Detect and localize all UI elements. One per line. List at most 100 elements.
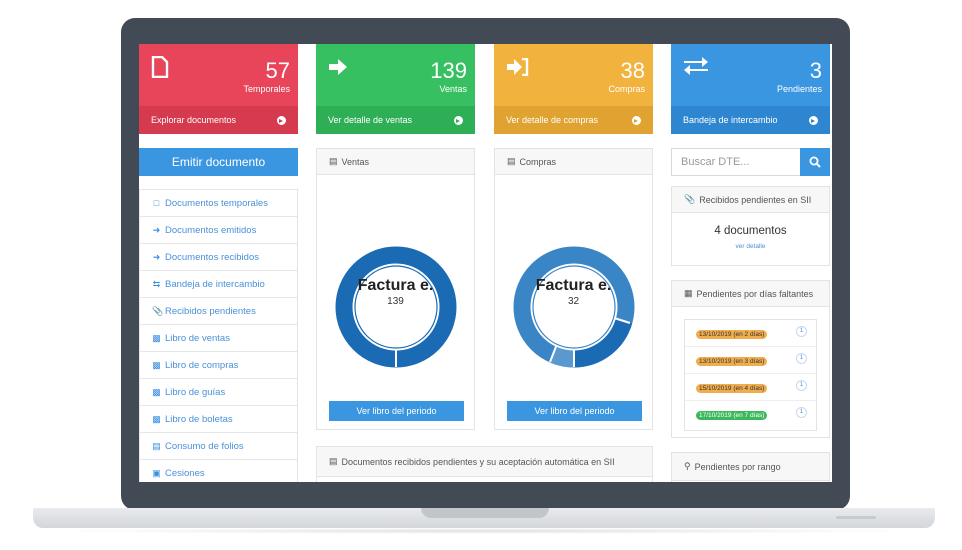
sidebar-item-label: Libro de compras — [165, 359, 239, 371]
sidebar-item-libro-ventas[interactable]: ▩ Libro de ventas — [140, 325, 297, 352]
list-item[interactable]: 17/10/2019 (en 7 días) 1 — [685, 401, 816, 431]
count-badge: 1 — [796, 407, 807, 418]
sidebar-item-cesiones[interactable]: ▣ Cesiones — [140, 460, 297, 482]
panel-header: ▤ Compras — [495, 149, 652, 175]
sidebar-item-documentos-temporales[interactable]: □ Documentos temporales — [140, 190, 297, 217]
sidebar-item-label: Libro de ventas — [165, 332, 230, 344]
laptop-shadow — [40, 528, 928, 534]
card-compras: 38 Compras Ver detalle de compras — [494, 44, 653, 134]
date-badge: 15/10/2019 (en 4 días) — [696, 384, 768, 393]
sidebar-item-libro-boletas[interactable]: ▩ Libro de boletas — [140, 406, 297, 433]
sign-out-icon: ➜ — [152, 224, 161, 235]
sidebar-item-label: Bandeja de intercambio — [165, 278, 265, 290]
ver-detalle-ventas-link[interactable]: Ver detalle de ventas — [316, 106, 475, 134]
card-ventas: 139 Ventas Ver detalle de ventas — [316, 44, 475, 134]
exchange-icon: ⇆ — [152, 278, 161, 289]
card-value: 3 — [809, 58, 822, 83]
paperclip-icon: 📎 — [684, 194, 696, 204]
pendientes-dias-panel: ▦ Pendientes por días faltantes 13/10/201… — [671, 280, 830, 438]
panel-title: Pendientes por rango — [694, 461, 781, 472]
pendientes-rango-panel: ⚲ Pendientes por rango — [671, 452, 830, 482]
count-badge: 1 — [796, 326, 807, 337]
card-link-label: Ver detalle de ventas — [328, 115, 413, 125]
bar-chart-icon: ▤ — [329, 156, 338, 166]
paperclip-icon: 📎 — [152, 305, 164, 316]
panel-header: ▦ Pendientes por días faltantes — [672, 281, 829, 307]
ver-detalle-link[interactable]: ver detalle — [672, 243, 829, 250]
arrow-circle-right-icon — [277, 115, 286, 125]
list-item[interactable]: 13/10/2019 (en 2 días) 1 — [685, 320, 816, 347]
count-badge: 1 — [796, 353, 807, 364]
date-badge: 13/10/2019 (en 2 días) — [696, 330, 768, 339]
panel-header: ▤ Ventas — [317, 149, 474, 175]
card-label: Temporales — [243, 84, 290, 94]
compras-panel: ▤ Compras Factura e. 32 Ver libro del per… — [494, 148, 653, 430]
exchange-icon — [683, 56, 709, 82]
search-button[interactable] — [800, 148, 830, 176]
arrow-circle-right-icon — [809, 115, 818, 125]
sidebar-item-documentos-recibidos[interactable]: ➜ Documentos recibidos — [140, 244, 297, 271]
panel-header: 📎 Recibidos pendientes en SII — [672, 187, 829, 213]
ver-libro-compras-button[interactable]: Ver libro del periodo — [507, 401, 642, 421]
sidebar-item-label: Libro de guías — [165, 386, 226, 398]
sign-in-icon: ➜ — [152, 251, 161, 262]
compras-donut-chart — [513, 246, 635, 368]
sidebar-item-consumo-folios[interactable]: ▤ Consumo de folios — [140, 433, 297, 460]
panel-header: ▤ Documentos recibidos pendientes y su ac… — [317, 447, 652, 477]
donut-value: 139 — [387, 296, 404, 307]
list-item[interactable]: 15/10/2019 (en 4 días) 1 — [685, 374, 816, 401]
arrow-circle-right-icon — [454, 115, 463, 125]
panel-title: Compras — [519, 156, 557, 167]
days-list: 13/10/2019 (en 2 días) 1 13/10/2019 (en … — [684, 319, 817, 431]
book-icon: ▩ — [152, 332, 161, 343]
pendientes-count: 4 documentos — [714, 225, 787, 237]
calendar-icon: ▦ — [684, 288, 693, 298]
donut-segment — [549, 346, 575, 368]
explorar-documentos-link[interactable]: Explorar documentos — [139, 106, 298, 134]
panel-header: ⚲ Pendientes por rango — [672, 453, 829, 481]
sidebar-item-label: Libro de boletas — [165, 413, 233, 425]
card-link-label: Bandeja de intercambio — [683, 115, 778, 125]
donut-label: Factura e. — [357, 277, 434, 294]
card-value: 57 — [265, 58, 290, 83]
emitir-documento-button[interactable]: Emitir documento — [139, 148, 298, 176]
sidebar-item-documentos-emitidos[interactable]: ➜ Documentos emitidos — [140, 217, 297, 244]
sidebar-item-recibidos-pendientes[interactable]: 📎 Recibidos pendientes — [140, 298, 297, 325]
donut-value: 32 — [567, 296, 580, 307]
bar-chart-icon: ▤ — [329, 456, 338, 466]
sidebar-item-label: Documentos emitidos — [165, 224, 257, 236]
pendientes-sii-panel: 📎 Recibidos pendientes en SII 4 documento… — [671, 186, 830, 266]
donut-label: Factura e. — [535, 277, 612, 294]
card-label: Compras — [608, 84, 645, 94]
card-link-label: Explorar documentos — [151, 115, 237, 125]
date-badge: 13/10/2019 (en 3 días) — [696, 357, 768, 366]
count-badge: 1 — [796, 380, 807, 391]
archive-icon: ▤ — [152, 440, 161, 451]
panel-title: Documentos recibidos pendientes y su ace… — [341, 456, 615, 467]
list-item[interactable]: 13/10/2019 (en 3 días) 1 — [685, 347, 816, 374]
sidebar-item-bandeja-intercambio[interactable]: ⇆ Bandeja de intercambio — [140, 271, 297, 298]
sidebar-item-libro-compras[interactable]: ▩ Libro de compras — [140, 352, 297, 379]
file-icon: □ — [153, 197, 160, 208]
sign-in-icon — [506, 56, 530, 82]
sidebar-item-label: Documentos recibidos — [165, 251, 259, 263]
recibidos-pendientes-panel: ▤ Documentos recibidos pendientes y su ac… — [316, 446, 653, 482]
card-label: Ventas — [439, 84, 467, 94]
sidebar-item-label: Recibidos pendientes — [165, 305, 256, 317]
bandeja-intercambio-link[interactable]: Bandeja de intercambio — [671, 106, 830, 134]
book-icon: ▩ — [152, 413, 161, 424]
card-value: 139 — [430, 58, 467, 83]
file-icon — [151, 55, 169, 84]
ver-libro-ventas-button[interactable]: Ver libro del periodo — [329, 401, 464, 421]
sidebar-item-libro-guias[interactable]: ▩ Libro de guías — [140, 379, 297, 406]
ventas-panel: ▤ Ventas Factura e. 139 Ver libro del per… — [316, 148, 475, 430]
image-icon: ▣ — [152, 467, 161, 478]
sign-out-icon — [328, 56, 350, 82]
card-label: Pendientes — [776, 84, 822, 94]
panel-title: Ventas — [341, 156, 370, 167]
book-icon: ▩ — [152, 386, 161, 397]
ver-detalle-compras-link[interactable]: Ver detalle de compras — [494, 106, 653, 134]
panel-title: Pendientes por días faltantes — [696, 288, 814, 299]
ventas-donut-chart — [335, 246, 457, 368]
sidebar-item-label: Cesiones — [165, 467, 205, 479]
